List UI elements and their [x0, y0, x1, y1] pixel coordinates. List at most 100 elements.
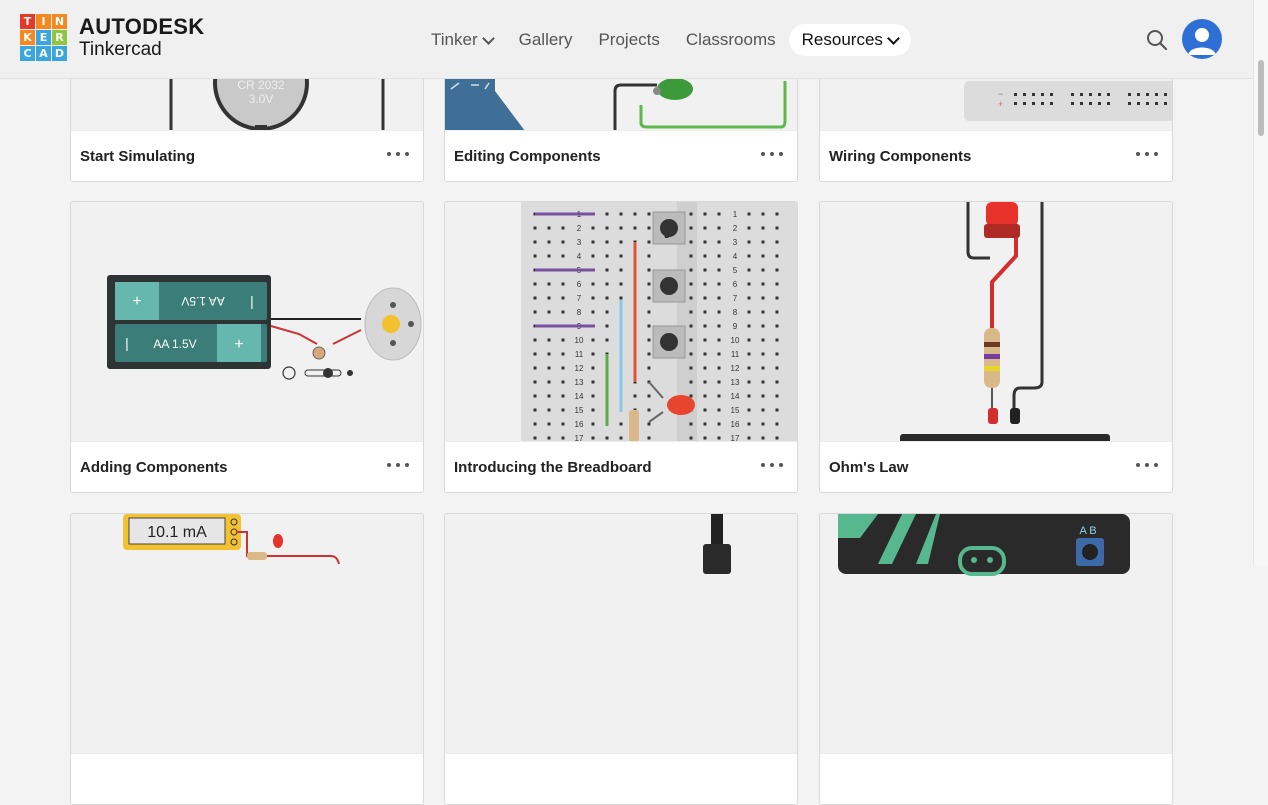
nav-resources[interactable]: Resources: [788, 24, 911, 56]
nav-projects[interactable]: Projects: [585, 24, 672, 56]
page-scrollbar[interactable]: [1253, 0, 1268, 566]
search-icon[interactable]: [1146, 29, 1168, 51]
card-thumbnail: [820, 202, 1172, 442]
microbit-buttons-label: A B: [1079, 525, 1096, 537]
more-options-icon[interactable]: [1136, 458, 1158, 472]
svg-text:8: 8: [733, 308, 738, 317]
svg-text:|: |: [250, 293, 254, 309]
nav-label: Tinker: [431, 30, 478, 49]
svg-text:16: 16: [575, 420, 584, 429]
more-options-icon[interactable]: [1136, 147, 1158, 161]
svg-text:14: 14: [575, 392, 584, 401]
card-footer: [445, 753, 797, 804]
nav-tinker[interactable]: Tinker: [418, 24, 506, 56]
svg-text:+: +: [234, 336, 243, 353]
svg-text:6: 6: [733, 280, 738, 289]
card-thumbnail: + AA 1.5V | | AA 1.5V +: [71, 202, 423, 442]
svg-text:10: 10: [575, 336, 584, 345]
card-thumbnail: 10.1 mA: [71, 514, 423, 754]
coin-cell-model-label: CR 2032: [237, 78, 285, 92]
svg-text:|: |: [125, 335, 129, 351]
svg-text:6: 6: [577, 280, 582, 289]
nav-label: Gallery: [518, 30, 573, 49]
nav-gallery[interactable]: Gallery: [506, 24, 586, 56]
logo-letter: R: [52, 30, 67, 45]
card-footer: Editing Components: [445, 130, 797, 181]
svg-text:2: 2: [577, 224, 582, 233]
logo-letter: E: [36, 30, 51, 45]
svg-text:7: 7: [577, 294, 582, 303]
svg-text:4: 4: [733, 252, 738, 261]
lesson-card[interactable]: A B: [819, 513, 1173, 805]
logo-letter: T: [20, 14, 35, 29]
svg-text:12: 12: [575, 364, 584, 373]
nav-label: Resources: [801, 30, 883, 49]
top-navigation-bar: T I N K E R C A D AUTODESK Tinkercad Tin…: [0, 0, 1254, 79]
more-options-icon[interactable]: [387, 458, 409, 472]
brand-name: AUTODESK: [79, 14, 205, 39]
card-title: Start Simulating: [80, 148, 196, 165]
svg-text:+: +: [998, 99, 1003, 109]
svg-text:7: 7: [733, 294, 738, 303]
more-options-icon[interactable]: [761, 147, 783, 161]
scrollbar-thumb[interactable]: [1258, 60, 1264, 136]
card-title: Wiring Components: [829, 148, 972, 165]
svg-text:−: −: [998, 89, 1003, 99]
logo-wordmark: AUTODESK Tinkercad: [79, 14, 205, 60]
card-footer: Introducing the Breadboard: [445, 441, 797, 492]
lesson-card[interactable]: + AA 1.5V | | AA 1.5V + Adding Component…: [70, 201, 424, 493]
svg-text:11: 11: [575, 350, 584, 359]
logo-letter: D: [52, 46, 67, 61]
svg-text:13: 13: [731, 378, 740, 387]
svg-text:11: 11: [731, 350, 740, 359]
tinkercad-logo[interactable]: T I N K E R C A D AUTODESK Tinkercad: [20, 14, 204, 61]
card-footer: Wiring Components: [820, 130, 1172, 181]
main-nav: Tinker Gallery Projects Classrooms Resou…: [418, 24, 911, 56]
card-footer: Start Simulating: [71, 130, 423, 181]
lesson-card[interactable]: [444, 513, 798, 805]
svg-text:5: 5: [733, 266, 738, 275]
logo-letter: N: [52, 14, 67, 29]
card-thumbnail: A B: [820, 514, 1172, 754]
svg-text:1: 1: [733, 210, 738, 219]
card-footer: Adding Components: [71, 441, 423, 492]
card-footer: Ohm's Law: [820, 441, 1172, 492]
lesson-card[interactable]: Ohm's Law: [819, 201, 1173, 493]
card-footer: [71, 753, 423, 804]
svg-text:+: +: [132, 293, 141, 310]
user-avatar-icon[interactable]: [1182, 19, 1222, 59]
card-footer: [820, 753, 1172, 804]
battery-top-label: AA 1.5V: [181, 294, 224, 308]
svg-text:14: 14: [731, 392, 740, 401]
chevron-down-icon: [481, 31, 495, 45]
coin-cell-voltage-label: 3.0V: [249, 92, 274, 106]
svg-text:16: 16: [731, 420, 740, 429]
nav-label: Classrooms: [685, 30, 776, 49]
svg-text:4: 4: [577, 252, 582, 261]
nav-classrooms[interactable]: Classrooms: [673, 24, 789, 56]
svg-text:15: 15: [731, 406, 740, 415]
logo-letter: I: [36, 14, 51, 29]
card-title: Editing Components: [454, 148, 601, 165]
logo-letter: C: [20, 46, 35, 61]
svg-text:13: 13: [575, 378, 584, 387]
logo-grid: T I N K E R C A D: [20, 14, 67, 61]
lesson-card[interactable]: 1122334455667788991010111112121313141415…: [444, 201, 798, 493]
product-name: Tinkercad: [79, 39, 162, 60]
card-title: Ohm's Law: [829, 459, 909, 476]
svg-text:10: 10: [731, 336, 740, 345]
card-thumbnail: [445, 514, 797, 754]
card-title: Introducing the Breadboard: [454, 459, 652, 476]
lesson-card[interactable]: 10.1 mA: [70, 513, 424, 805]
svg-text:2: 2: [733, 224, 738, 233]
more-options-icon[interactable]: [387, 147, 409, 161]
svg-text:3: 3: [577, 238, 582, 247]
svg-text:9: 9: [733, 322, 738, 331]
logo-letter: K: [20, 30, 35, 45]
svg-text:3: 3: [733, 238, 738, 247]
more-options-icon[interactable]: [761, 458, 783, 472]
svg-text:12: 12: [731, 364, 740, 373]
card-title: Adding Components: [80, 459, 228, 476]
logo-letter: A: [36, 46, 51, 61]
svg-text:15: 15: [575, 406, 584, 415]
